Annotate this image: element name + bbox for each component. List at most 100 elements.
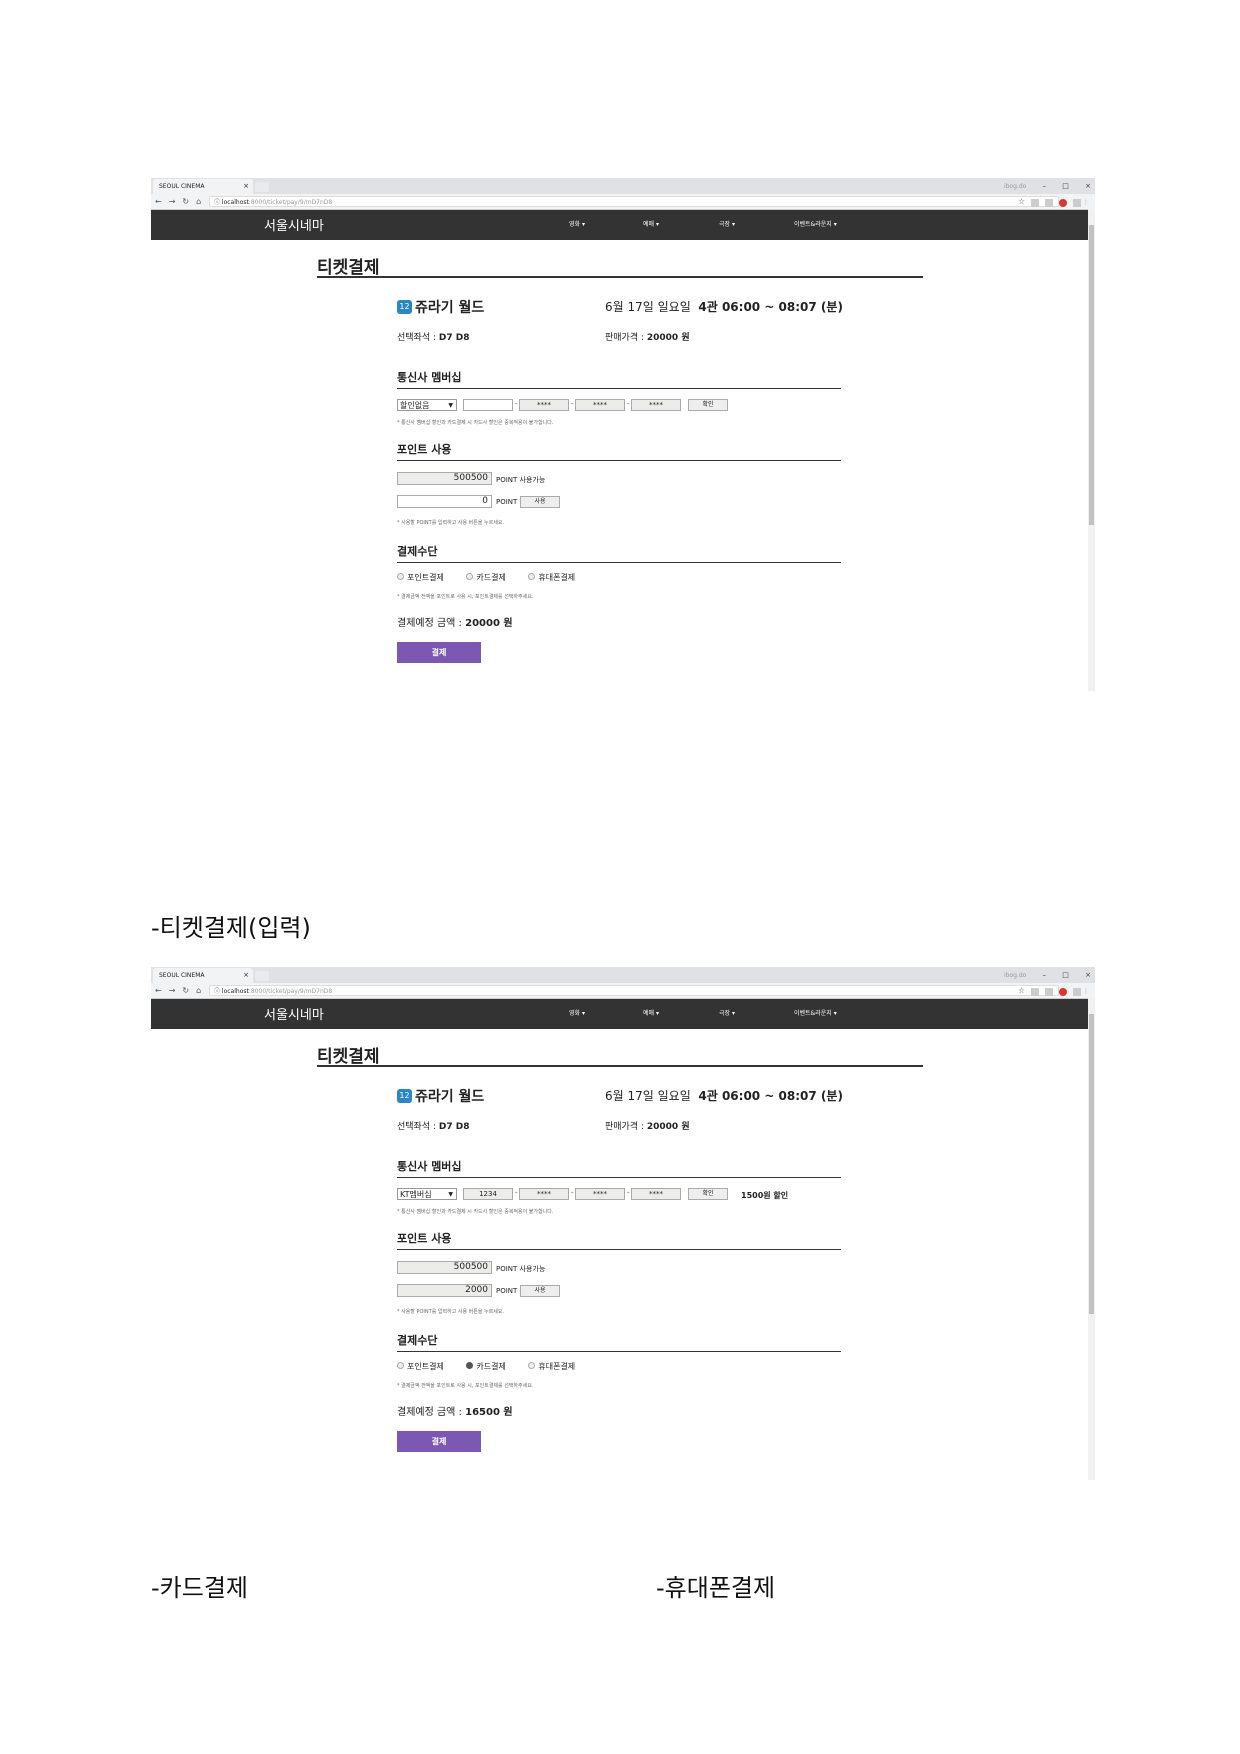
forward-icon[interactable]: → [169, 986, 176, 995]
dash: - [571, 1189, 574, 1197]
new-tab-button[interactable] [255, 971, 269, 981]
card-number-field-2[interactable]: **** [519, 399, 569, 411]
membership-note: * 통신사 멤버십 할인과 카드결제 시 카드사 할인은 중복적용이 불가합니다… [397, 1209, 554, 1215]
nav-buttons: ← → ↻ ⌂ [155, 194, 208, 209]
extension-icon[interactable] [1031, 987, 1040, 996]
card-number-field-4[interactable]: **** [631, 399, 681, 411]
bookmark-star-icon[interactable]: ☆ [1018, 986, 1025, 995]
maximize-icon[interactable]: □ [1062, 971, 1069, 979]
menu-booking[interactable]: 예매 ▾ [643, 219, 659, 228]
card-number-field-3[interactable]: **** [575, 1188, 625, 1200]
menu-event[interactable]: 이벤트&라운지 ▾ [794, 1008, 837, 1017]
dash: - [571, 400, 574, 408]
selected-seats: 선택좌석 : D7 D8 [397, 333, 470, 343]
payment-methods: 포인트결제 카드결제 휴대폰결제 [397, 1361, 595, 1372]
radio-card-payment[interactable]: 카드결제 [466, 1362, 515, 1371]
scrollbar[interactable] [1088, 209, 1095, 691]
menu-booking[interactable]: 예매 ▾ [643, 1008, 659, 1017]
caption-phone: -휴대폰결제 [656, 1574, 776, 1602]
card-number-field-1[interactable] [463, 399, 513, 411]
site-brand[interactable]: 서울시네마 [264, 215, 324, 234]
scrollbar-thumb[interactable] [1089, 225, 1094, 525]
dash: - [515, 1189, 518, 1197]
maximize-icon[interactable]: □ [1062, 182, 1069, 190]
payment-methods: 포인트결제 카드결제 휴대폰결제 [397, 572, 595, 583]
menu-kebab-icon[interactable]: ⋮ [1081, 988, 1089, 995]
card-number-field-2[interactable]: **** [519, 1188, 569, 1200]
url-field[interactable]: ⓘ localhost:8000/ticket/pay/9/mD7nD8 [209, 196, 1059, 207]
screenshot-input: SEOUL CINEMA × ibog.do – □ × ← → ↻ ⌂ ⓘ loca… [151, 178, 1095, 691]
tab-close-icon[interactable]: × [243, 179, 249, 194]
points-use-field[interactable]: 2000 [397, 1284, 492, 1297]
membership-divider [397, 388, 841, 389]
points-available-field: 500500 [397, 1261, 492, 1274]
scrollbar[interactable] [1088, 998, 1095, 1480]
radio-icon [466, 573, 474, 580]
card-number-field-1[interactable]: 1234 [463, 1188, 513, 1200]
discount-text: 1500원 할인 [741, 1191, 789, 1200]
radio-selected-icon [466, 1362, 474, 1369]
menu-movie[interactable]: 영화 ▾ [569, 219, 585, 228]
close-window-icon[interactable]: × [1085, 182, 1091, 190]
url-field[interactable]: ⓘ localhost:8000/ticket/pay/9/mD7nD8 [209, 985, 1059, 996]
extension-icon[interactable] [1031, 198, 1040, 207]
back-icon[interactable]: ← [155, 986, 162, 995]
adblock-icon[interactable] [1059, 198, 1068, 207]
menu-theater[interactable]: 극장 ▾ [719, 1008, 735, 1017]
forward-icon[interactable]: → [169, 197, 176, 206]
reload-icon[interactable]: ↻ [182, 197, 189, 206]
scrollbar-thumb[interactable] [1089, 1014, 1094, 1314]
site-brand[interactable]: 서울시네마 [264, 1004, 324, 1023]
site-navbar: 서울시네마 영화 ▾ 예매 ▾ 극장 ▾ 이벤트&라운지 ▾ [151, 210, 1095, 240]
showtime: 6월 17일 일요일 4관 06:00 ~ 08:07 (분) [605, 1089, 843, 1103]
menu-theater[interactable]: 극장 ▾ [719, 219, 735, 228]
title-divider [317, 276, 923, 278]
minimize-icon[interactable]: – [1043, 182, 1047, 190]
caption-card: -카드결제 [151, 1574, 248, 1602]
screenshot-card: SEOUL CINEMA × ibog.do – □ × ← → ↻ ⌂ ⓘ loca… [151, 967, 1095, 1480]
card-number-field-4[interactable]: **** [631, 1188, 681, 1200]
extension-icon[interactable] [1045, 198, 1054, 207]
pay-button[interactable]: 결제 [397, 1431, 481, 1452]
chevron-down-icon: ▼ [448, 1191, 453, 1198]
pay-button[interactable]: 결제 [397, 642, 481, 663]
home-icon[interactable]: ⌂ [196, 197, 201, 206]
confirm-button[interactable]: 확인 [688, 1188, 728, 1200]
points-use-field[interactable]: 0 [397, 495, 492, 508]
menu-event[interactable]: 이벤트&라운지 ▾ [794, 219, 837, 228]
browser-tab[interactable]: SEOUL CINEMA × [153, 179, 253, 194]
points-use-label: POINT [496, 498, 518, 506]
card-number-field-3[interactable]: **** [575, 399, 625, 411]
showtime: 6월 17일 일요일 4관 06:00 ~ 08:07 (분) [605, 300, 843, 314]
extension-icon[interactable] [1073, 198, 1082, 207]
radio-card-payment[interactable]: 카드결제 [466, 573, 515, 582]
close-window-icon[interactable]: × [1085, 971, 1091, 979]
new-tab-button[interactable] [255, 182, 269, 192]
extension-icon[interactable] [1073, 987, 1082, 996]
extension-icon[interactable] [1045, 987, 1054, 996]
adblock-icon[interactable] [1059, 987, 1068, 996]
membership-select[interactable]: 할인없음 ▼ [397, 399, 457, 411]
points-use-label: POINT [496, 1287, 518, 1295]
minimize-icon[interactable]: – [1043, 971, 1047, 979]
confirm-button[interactable]: 확인 [688, 399, 728, 411]
tab-close-icon[interactable]: × [243, 968, 249, 983]
radio-phone-payment[interactable]: 휴대폰결제 [528, 1362, 585, 1371]
browser-tab[interactable]: SEOUL CINEMA × [153, 968, 253, 983]
reload-icon[interactable]: ↻ [182, 986, 189, 995]
radio-point-payment[interactable]: 포인트결제 [397, 1362, 454, 1371]
radio-phone-payment[interactable]: 휴대폰결제 [528, 573, 585, 582]
home-icon[interactable]: ⌂ [196, 986, 201, 995]
back-icon[interactable]: ← [155, 197, 162, 206]
user-chip[interactable]: ibog.do [1004, 183, 1026, 190]
menu-movie[interactable]: 영화 ▾ [569, 1008, 585, 1017]
menu-kebab-icon[interactable]: ⋮ [1081, 199, 1089, 206]
bookmark-star-icon[interactable]: ☆ [1018, 197, 1025, 206]
radio-point-payment[interactable]: 포인트결제 [397, 573, 454, 582]
use-points-button[interactable]: 사용 [520, 496, 560, 508]
use-points-button[interactable]: 사용 [520, 1285, 560, 1297]
title-divider [317, 1065, 923, 1067]
user-chip[interactable]: ibog.do [1004, 972, 1026, 979]
age-rating-badge: 12 [397, 300, 412, 314]
membership-select[interactable]: KT멤버십 ▼ [397, 1188, 457, 1200]
